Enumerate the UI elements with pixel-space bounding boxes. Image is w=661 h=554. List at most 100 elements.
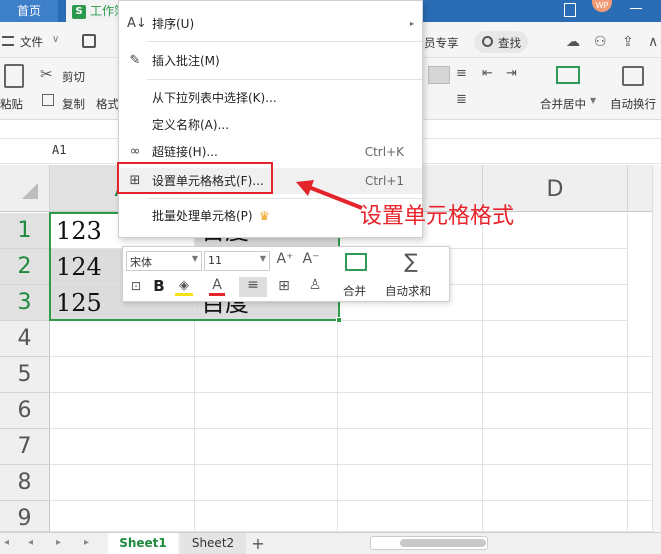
window-icon[interactable] — [564, 3, 576, 17]
nav-next-icon[interactable]: ▸ — [56, 537, 61, 548]
menu-item-label: 批量处理单元格(P) — [152, 209, 253, 223]
row-header-3[interactable]: 3 — [0, 285, 50, 321]
font-increase-icon[interactable]: A⁺ — [275, 251, 295, 267]
copy-icon[interactable] — [42, 94, 54, 106]
crown-icon: ♛ — [259, 209, 270, 223]
row-header-9[interactable]: 9 — [0, 501, 50, 532]
highlight-box — [117, 162, 273, 194]
search-label: 查找 — [498, 36, 521, 50]
comment-icon: ✎ — [129, 53, 141, 68]
wrap-text-icon[interactable] — [622, 66, 644, 86]
nav-last-icon[interactable]: ▸ — [84, 537, 89, 548]
cell-row-6[interactable] — [50, 393, 661, 429]
chevron-down-icon[interactable]: ∨ — [52, 34, 59, 45]
copy-button[interactable]: 复制 — [62, 96, 85, 112]
font-select[interactable]: 宋体 ▼ — [126, 251, 202, 271]
menu-divider — [147, 79, 422, 80]
sheet-tab-sheet2[interactable]: Sheet2 — [180, 533, 246, 554]
distribute-icon[interactable]: ≣ — [456, 92, 476, 108]
cell-row-7[interactable] — [50, 429, 661, 465]
cell-d3[interactable] — [483, 285, 628, 321]
font-decrease-icon[interactable]: A⁻ — [301, 251, 321, 267]
sort-icon: A↓ — [127, 16, 147, 31]
row-header-2[interactable]: 2 — [0, 249, 50, 285]
scissors-icon[interactable]: ✂ — [40, 65, 53, 83]
user-add-icon[interactable]: ⚇ — [594, 34, 607, 50]
wps-sheet-icon: S — [72, 4, 86, 19]
menu-item-sort[interactable]: A↓ 排序(U) ▸ — [119, 11, 422, 37]
row-header-6[interactable]: 6 — [0, 393, 50, 429]
sum-icon[interactable]: ∑ — [401, 249, 421, 273]
menu-file[interactable]: 文件 — [20, 34, 43, 50]
font-value: 宋体 — [130, 256, 152, 269]
annotation-arrow — [296, 180, 363, 210]
merge-center-button[interactable]: 合并居中 — [540, 96, 586, 112]
mini-toolbar: 宋体 ▼ 11 ▼ A⁺ A⁻ ∑ ⊡ B ◈ A ≡ ⊞ ♙ 合并 自动求和 — [122, 246, 450, 302]
row-header-7[interactable]: 7 — [0, 429, 50, 465]
autosum-button[interactable]: 自动求和 — [385, 283, 431, 299]
formula-input[interactable] — [430, 139, 661, 163]
cell-row-9[interactable] — [50, 501, 661, 532]
align-icon[interactable]: ≡ — [239, 277, 267, 297]
select-all-triangle-icon — [22, 183, 38, 199]
menu-item-label: 插入批注(M) — [152, 54, 220, 68]
vertical-scrollbar[interactable] — [652, 165, 661, 532]
menu-item-insert-comment[interactable]: ✎ 插入批注(M) — [119, 48, 422, 74]
merge-button[interactable]: 合并 — [343, 283, 366, 299]
fill-handle[interactable] — [336, 317, 342, 323]
merge-center-icon[interactable] — [556, 66, 580, 84]
cut-button[interactable]: 剪切 — [62, 69, 85, 85]
add-sheet-button[interactable]: + — [248, 533, 268, 554]
format-brush-icon[interactable]: ♙ — [307, 277, 323, 293]
align-left-icon[interactable]: ≡ — [456, 66, 476, 84]
cloud-icon[interactable]: ☁ — [566, 34, 580, 50]
member-label[interactable]: 员专享 — [424, 35, 459, 51]
menu-item-shortcut: Ctrl+1 — [364, 174, 404, 188]
chevron-down-icon[interactable]: ▼ — [590, 96, 596, 105]
menu-item-dropdown-select[interactable]: 从下拉列表中选择(K)... — [119, 85, 422, 111]
cell-d2[interactable] — [483, 249, 628, 285]
chevron-down-icon: ▼ — [259, 254, 266, 263]
cell-row-5[interactable] — [50, 357, 661, 393]
nav-first-icon[interactable]: ◂ — [4, 537, 9, 548]
cell-row-8[interactable] — [50, 465, 661, 501]
wrap-icon[interactable]: ⊡ — [127, 279, 145, 293]
align-center-icon[interactable] — [428, 66, 450, 84]
paste-button[interactable]: 粘贴 — [0, 96, 23, 112]
row-header-1[interactable]: 1 — [0, 213, 50, 249]
save-icon[interactable] — [82, 34, 96, 48]
menu-item-define-name[interactable]: 定义名称(A)... — [119, 112, 422, 138]
size-select[interactable]: 11 ▼ — [204, 251, 270, 271]
nav-prev-icon[interactable]: ◂ — [28, 537, 33, 548]
tab-home[interactable]: 首页 — [0, 0, 58, 22]
cell-reference[interactable]: A1 — [52, 143, 66, 157]
minimize-icon[interactable] — [630, 8, 642, 9]
sheet-tab-sheet1[interactable]: Sheet1 — [108, 533, 178, 554]
merge-icon[interactable] — [345, 253, 367, 271]
chevron-down-icon: ▼ — [191, 254, 198, 263]
outdent-icon[interactable]: ⇥ — [506, 66, 526, 84]
link-icon: ∞ — [129, 144, 141, 159]
format-painter-button[interactable]: 格式 — [96, 96, 119, 112]
more-icon[interactable]: ∧ — [648, 34, 658, 50]
row-header-5[interactable]: 5 — [0, 357, 50, 393]
row-header-8[interactable]: 8 — [0, 465, 50, 501]
fill-color-icon[interactable]: ◈ — [175, 278, 193, 296]
scrollbar-thumb[interactable] — [400, 539, 486, 547]
menu-item-shortcut: Ctrl+K — [364, 145, 404, 159]
chevron-right-icon: ▸ — [409, 19, 414, 28]
auto-wrap-button[interactable]: 自动换行 — [610, 96, 656, 112]
bold-button[interactable]: B — [151, 277, 167, 295]
share-icon[interactable]: ⇪ — [622, 34, 634, 50]
menu-icon[interactable] — [2, 36, 14, 46]
border-icon[interactable]: ⊞ — [275, 278, 293, 294]
menu-item-label: 排序(U) — [152, 17, 195, 31]
menu-item-top-partial[interactable] — [119, 0, 422, 9]
indent-icon[interactable]: ⇤ — [482, 66, 502, 84]
font-color-icon[interactable]: A — [209, 277, 225, 296]
row-header-4[interactable]: 4 — [0, 321, 50, 357]
size-value: 11 — [208, 254, 222, 267]
paste-icon[interactable] — [4, 64, 24, 88]
cell-row-4[interactable] — [50, 321, 661, 357]
search-icon — [482, 36, 493, 47]
